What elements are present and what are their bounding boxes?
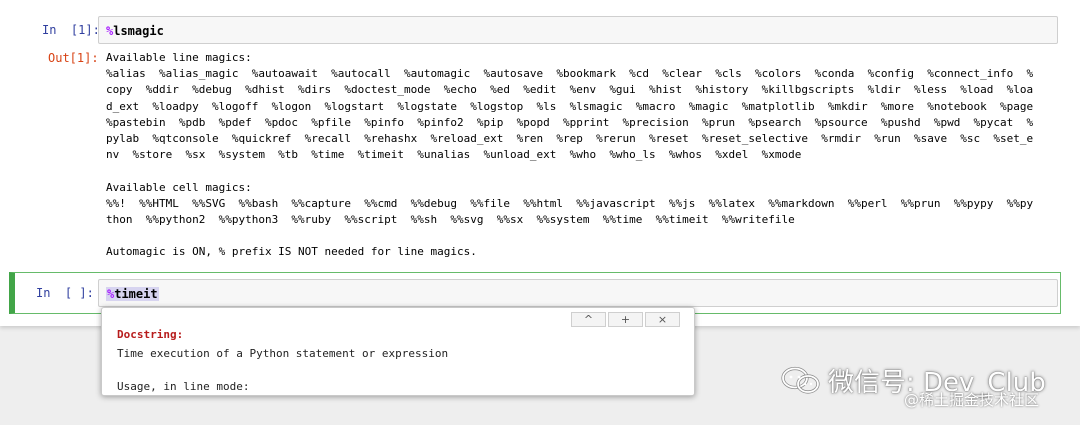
cell2-code-text: %timeit: [106, 287, 159, 301]
output-line: thon %%python2 %%python3 %%ruby %%script…: [106, 212, 795, 226]
output-line: d_ext %loadpy %logoff %logon %logstart %…: [106, 99, 1034, 113]
output-line: %%! %%HTML %%SVG %%bash %%capture %%cmd …: [106, 196, 1034, 210]
output-line: copy %ddir %debug %dhist %dirs %doctest_…: [106, 83, 1034, 97]
output-line: Available cell magics:: [106, 180, 252, 194]
output-line: %alias %alias_magic %autoawait %autocall…: [106, 67, 1034, 81]
docstring-title: Docstring:: [117, 328, 184, 341]
output-line: Available line magics:: [106, 51, 252, 64]
docstring-line: Time execution of a Python statement or …: [117, 347, 449, 360]
magic-command: lsmagic: [113, 24, 164, 38]
magic-command: timeit: [114, 287, 158, 301]
watermark-sub: @稀土掘金技术社区: [904, 391, 1040, 409]
tooltip-expand-button[interactable]: +: [608, 312, 643, 327]
cell1-in-prompt: In [1]:: [42, 23, 100, 37]
cell1-out-prompt: Out[1]:: [48, 51, 99, 65]
notebook-panel: In [1]: %lsmagic Out[1]: Available line …: [0, 0, 1080, 326]
docstring-tooltip: ^ + × Docstring: Time execution of a Pyt…: [101, 307, 695, 396]
cell1-output: Available line magics: %alias %alias_magi…: [106, 50, 1046, 260]
output-line: %pastebin %pdb %pdef %pdoc %pfile %pinfo…: [106, 115, 1034, 129]
output-line: nv %store %sx %system %tb %time %timeit …: [106, 148, 802, 162]
docstring-usage: Usage, in line mode:: [117, 380, 250, 393]
tooltip-buttons: ^ + ×: [569, 312, 680, 327]
cell2-in-prompt: In [ ]:: [36, 286, 94, 300]
wechat-icon: [781, 366, 820, 394]
cell2-code-input[interactable]: %timeit: [98, 279, 1058, 307]
tooltip-close-button[interactable]: ×: [645, 312, 680, 327]
tooltip-collapse-button[interactable]: ^: [571, 312, 606, 327]
cell1-code-text: %lsmagic: [106, 24, 164, 38]
output-line: pylab %qtconsole %quickref %recall %reha…: [106, 131, 1034, 145]
output-line: Automagic is ON, % prefix IS NOT needed …: [106, 245, 477, 259]
selected-text: %timeit: [106, 287, 159, 301]
cell1-code-input[interactable]: %lsmagic: [98, 16, 1058, 44]
